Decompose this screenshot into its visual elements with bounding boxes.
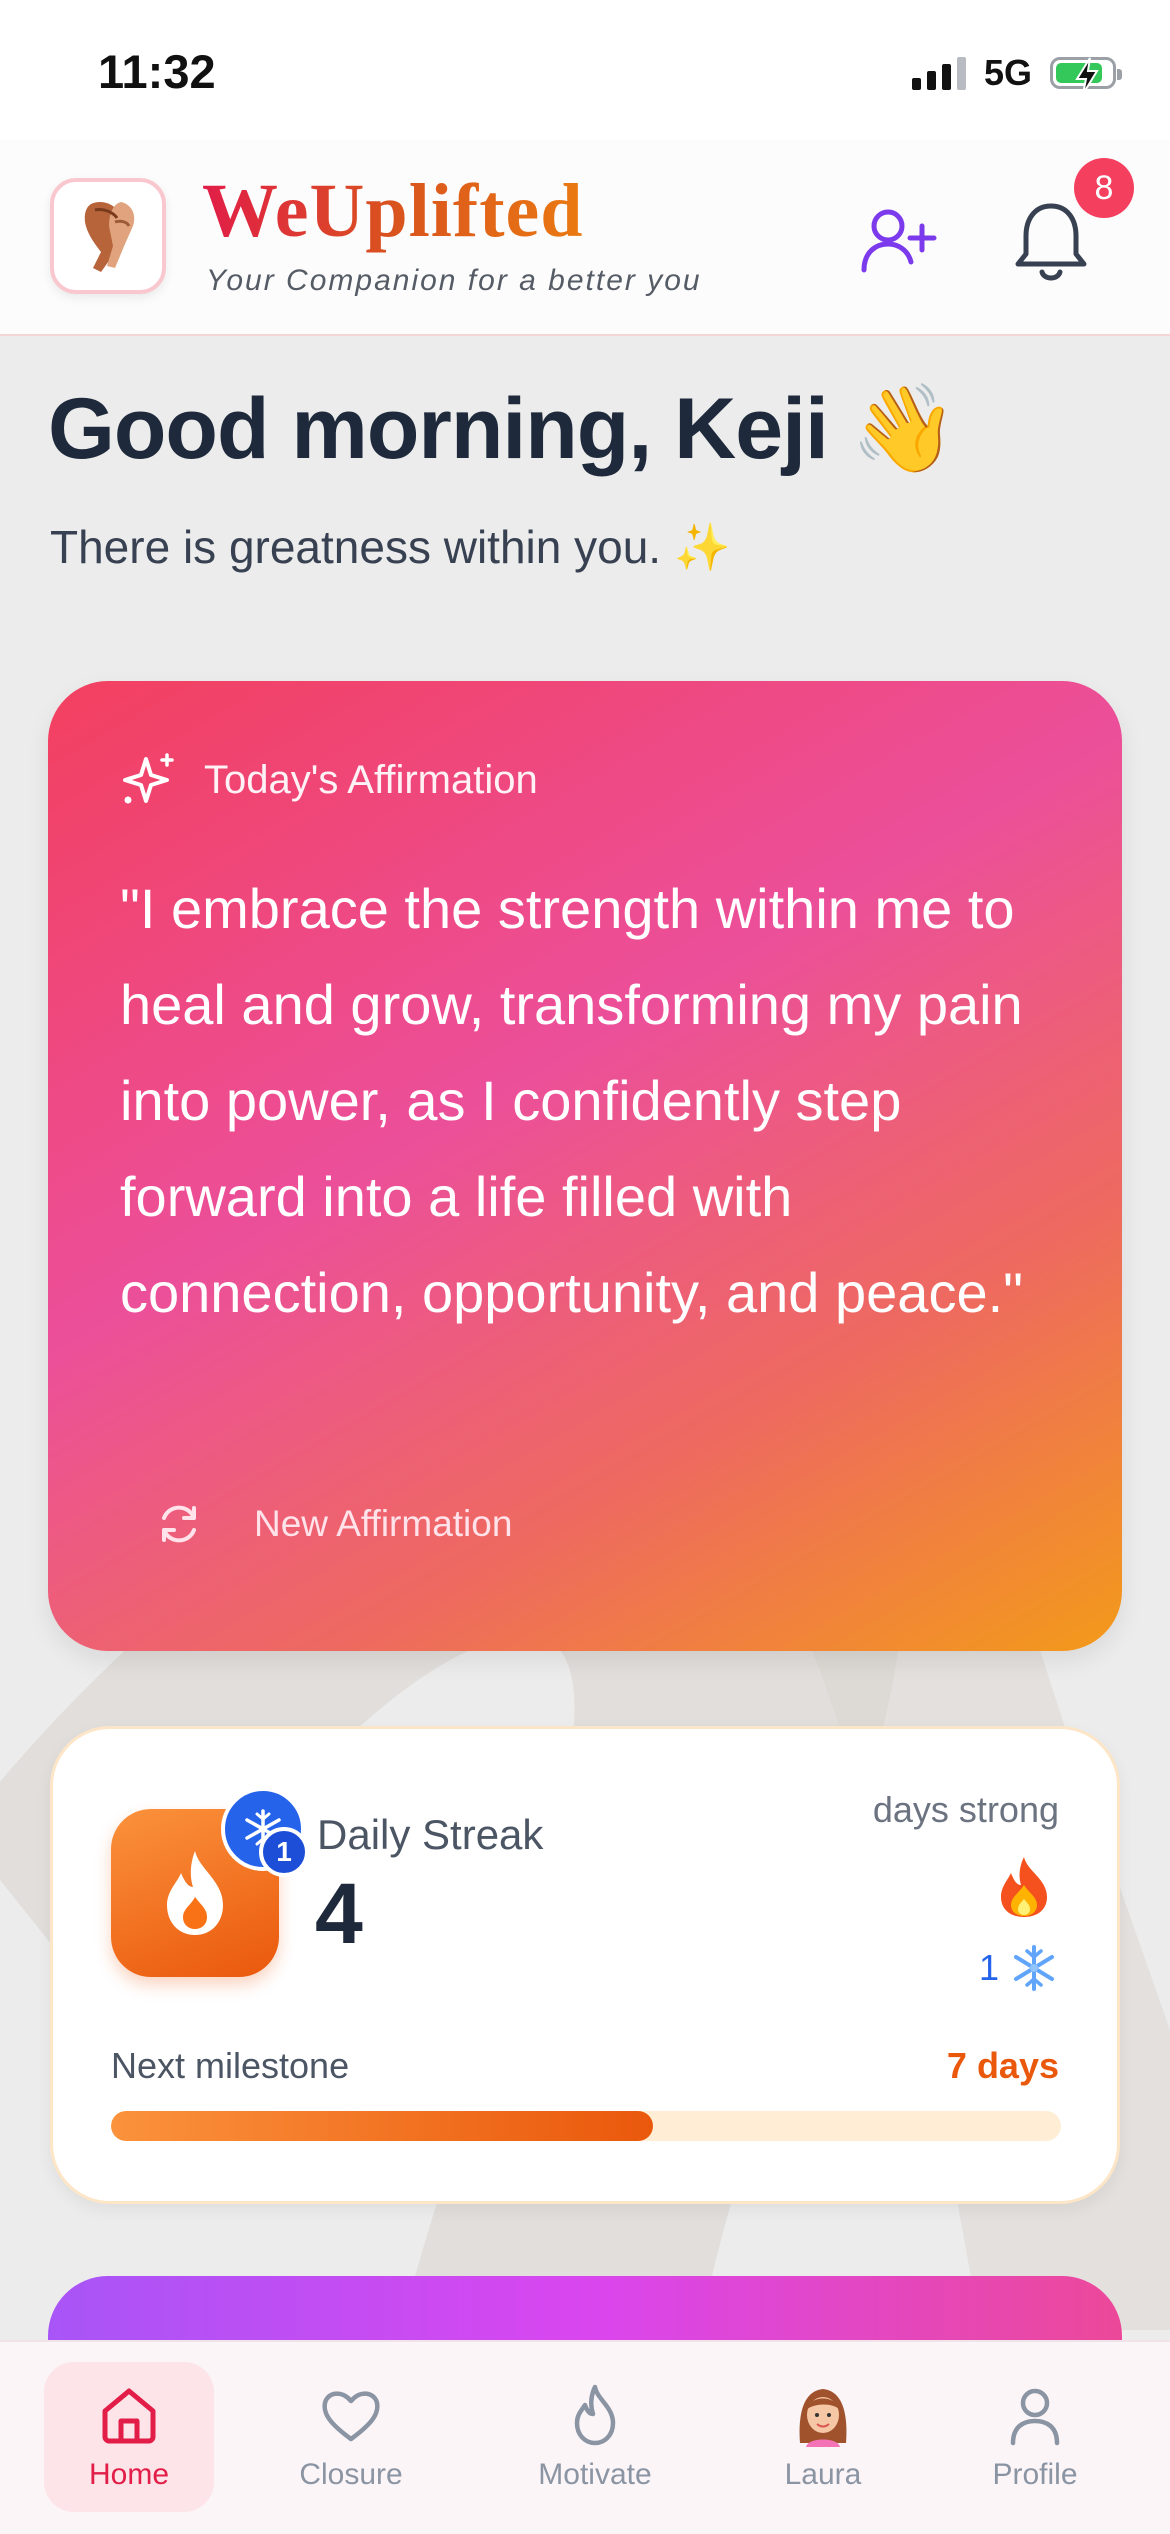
network-label: 5G — [983, 52, 1032, 93]
affirmation-label: Today's Affirmation — [204, 757, 538, 802]
freeze-count: 1 — [978, 1947, 999, 1988]
days-strong-label: days strong — [872, 1789, 1059, 1830]
nav-label-laura: Laura — [784, 2458, 862, 2491]
flame-icon — [167, 1851, 223, 1935]
app-header: WeUplifted Your Companion for a better y… — [0, 140, 1170, 336]
freeze-badge-count: 1 — [259, 1827, 309, 1877]
fire-emoji-icon — [997, 1855, 1051, 1924]
nav-closure[interactable]: Closure — [266, 2362, 436, 2512]
charging-bolt-icon — [1075, 57, 1099, 95]
app-name: WeUplifted — [202, 169, 584, 253]
notification-badge: 8 — [1074, 158, 1134, 218]
milestone-progress-bar — [111, 2111, 1061, 2141]
nav-label-home: Home — [88, 2458, 170, 2491]
freeze-count-row: 1 — [979, 1943, 1059, 1993]
snowflake-emoji-icon — [1014, 1945, 1054, 1991]
status-indicators: 5G — [911, 52, 1122, 95]
bottom-navigation: Home Closure Motivate Laura Profile — [0, 2340, 1170, 2534]
nav-label-profile: Profile — [992, 2458, 1078, 2491]
nav-motivate[interactable]: Motivate — [510, 2362, 680, 2512]
nav-label-closure: Closure — [299, 2458, 403, 2491]
status-bar: 11:32 5G — [0, 0, 1170, 140]
daily-streak-card[interactable]: 1 Daily Streak 4 days strong 1 Next mile… — [50, 1726, 1120, 2204]
greeting-title: Good morning, Keji 👋 — [48, 381, 958, 477]
next-milestone-value: 7 days — [946, 2045, 1059, 2086]
milestone-progress-fill — [111, 2111, 653, 2141]
affirmation-text: "I embrace the strength within me to hea… — [120, 877, 1024, 1324]
heart-icon — [322, 2391, 380, 2442]
affirmation-header: Today's Affirmation — [120, 751, 538, 809]
new-affirmation-button[interactable]: New Affirmation — [156, 1501, 512, 1547]
battery-icon — [1050, 57, 1122, 95]
refresh-icon — [162, 1505, 196, 1543]
streak-value: 4 — [315, 1866, 363, 1962]
nav-laura[interactable]: Laura — [738, 2362, 908, 2512]
nav-home[interactable]: Home — [44, 2362, 214, 2512]
affirmation-card: Today's Affirmation "I embrace the stren… — [48, 681, 1122, 1651]
next-milestone-label: Next milestone — [111, 2045, 350, 2086]
laura-avatar-icon — [799, 2389, 847, 2447]
user-plus-icon[interactable] — [858, 200, 938, 280]
streak-title: Daily Streak — [317, 1811, 544, 1858]
greeting-subtitle: There is greatness within you. ✨ — [50, 521, 732, 573]
home-icon — [102, 2388, 156, 2444]
sparkles-icon — [123, 753, 174, 804]
new-affirmation-label: New Affirmation — [254, 1503, 513, 1544]
status-time: 11:32 — [98, 45, 216, 98]
signal-icon — [911, 56, 966, 90]
bell-icon[interactable] — [1010, 198, 1092, 284]
clasped-hands-logo[interactable] — [50, 178, 166, 294]
logo-image — [84, 202, 135, 272]
nav-label-motivate: Motivate — [538, 2458, 652, 2491]
flame-outline-icon — [574, 2384, 616, 2446]
nav-profile[interactable]: Profile — [950, 2362, 1120, 2512]
app-tagline: Your Companion for a better you — [206, 264, 702, 297]
profile-icon — [1010, 2388, 1060, 2446]
fire-icon — [1001, 1857, 1047, 1917]
